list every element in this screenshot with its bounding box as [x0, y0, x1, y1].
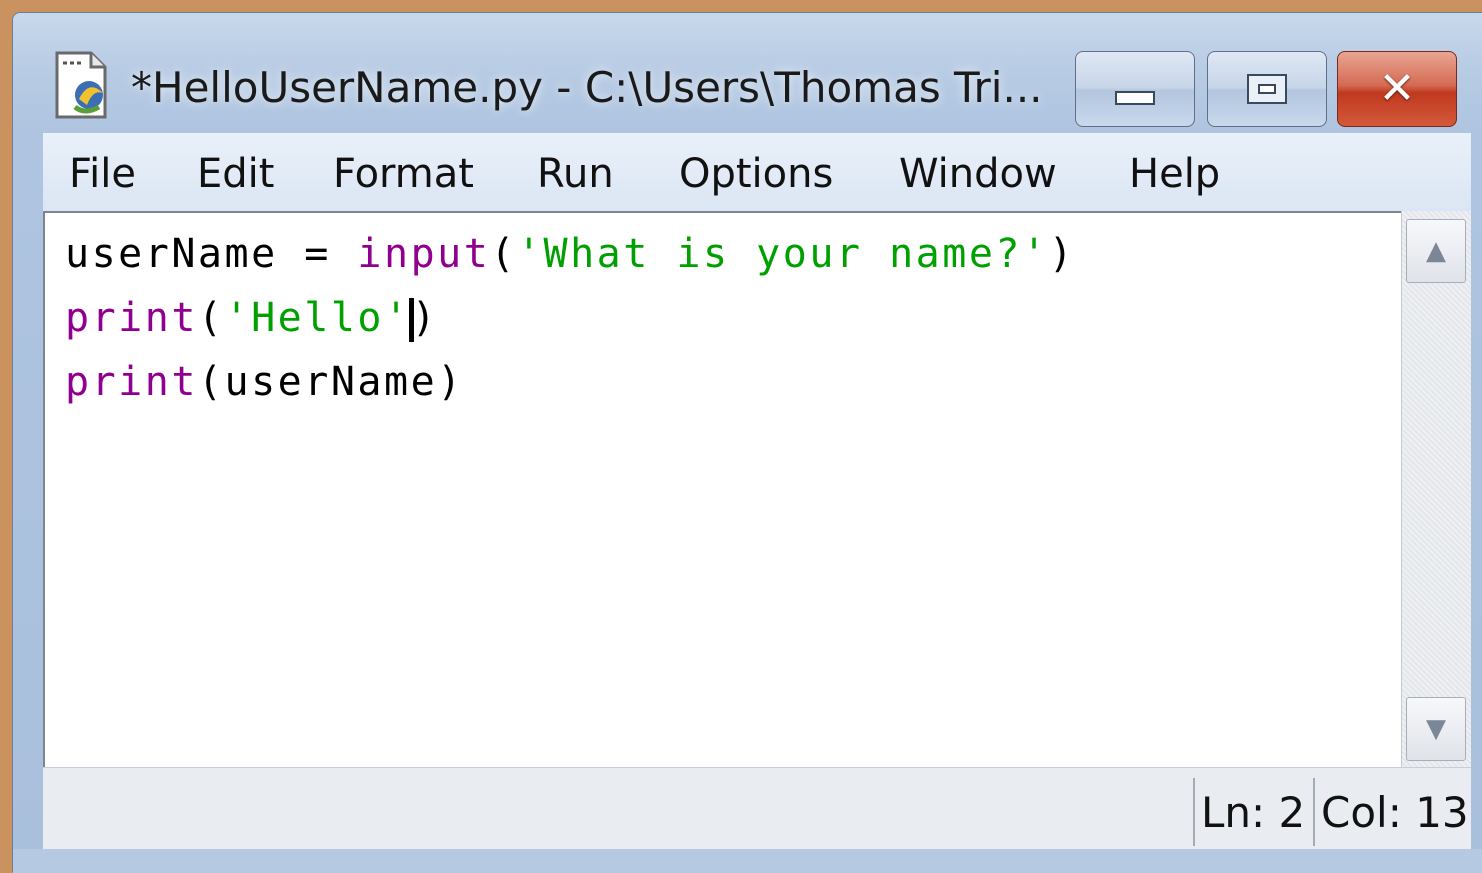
menu-format[interactable]: Format	[333, 151, 474, 197]
chevron-up-icon: ▲	[1426, 236, 1446, 266]
code-editor[interactable]: userName = input('What is your name?') p…	[43, 211, 1403, 767]
minimize-icon	[1115, 91, 1155, 105]
scroll-up-button[interactable]: ▲	[1406, 219, 1466, 283]
menu-options[interactable]: Options	[679, 151, 833, 197]
code-args: (userName)	[197, 359, 464, 405]
menu-edit[interactable]: Edit	[197, 151, 274, 197]
minimize-button[interactable]	[1075, 51, 1195, 127]
code-paren-close: )	[1048, 231, 1076, 277]
menu-window[interactable]: Window	[899, 151, 1057, 197]
menu-file[interactable]: File	[69, 151, 136, 197]
menu-help[interactable]: Help	[1129, 151, 1220, 197]
close-icon: ✕	[1378, 63, 1416, 114]
code-builtin: print	[65, 359, 198, 405]
chevron-down-icon: ▼	[1426, 714, 1446, 744]
close-button[interactable]: ✕	[1337, 51, 1457, 127]
code-identifier: userName =	[65, 231, 358, 277]
status-line: Ln: 2	[1193, 778, 1311, 846]
code-paren-open: (	[490, 231, 517, 277]
status-column: Col: 13	[1313, 778, 1473, 846]
code-paren-open: (	[197, 295, 225, 341]
status-bar: Ln: 2 Col: 13	[43, 767, 1471, 850]
code-builtin: input	[357, 231, 491, 277]
code-line-2[interactable]: print('Hello')	[65, 295, 438, 342]
menu-run[interactable]: Run	[537, 151, 614, 197]
menu-bar: File Edit Format Run Options Window Help	[43, 133, 1471, 212]
code-string: 'What is your name?'	[516, 231, 1049, 277]
idle-editor-window: *HelloUserName.py - C:\Users\Thomas Tri.…	[12, 12, 1482, 873]
window-bottom-border	[13, 849, 1482, 873]
code-paren-close: )	[411, 295, 439, 341]
code-builtin: print	[65, 295, 198, 341]
maximize-icon	[1247, 74, 1287, 104]
python-file-icon	[55, 51, 107, 119]
vertical-scrollbar[interactable]: ▲ ▼	[1401, 211, 1471, 767]
title-bar[interactable]: *HelloUserName.py - C:\Users\Thomas Tri.…	[13, 13, 1482, 133]
window-title: *HelloUserName.py - C:\Users\Thomas Tri.…	[131, 63, 1043, 112]
scroll-down-button[interactable]: ▼	[1406, 697, 1466, 761]
code-line-3[interactable]: print(userName)	[65, 359, 464, 405]
code-string: 'Hello'	[224, 295, 411, 341]
maximize-button[interactable]	[1207, 51, 1327, 127]
code-line-1[interactable]: userName = input('What is your name?')	[65, 231, 1075, 277]
